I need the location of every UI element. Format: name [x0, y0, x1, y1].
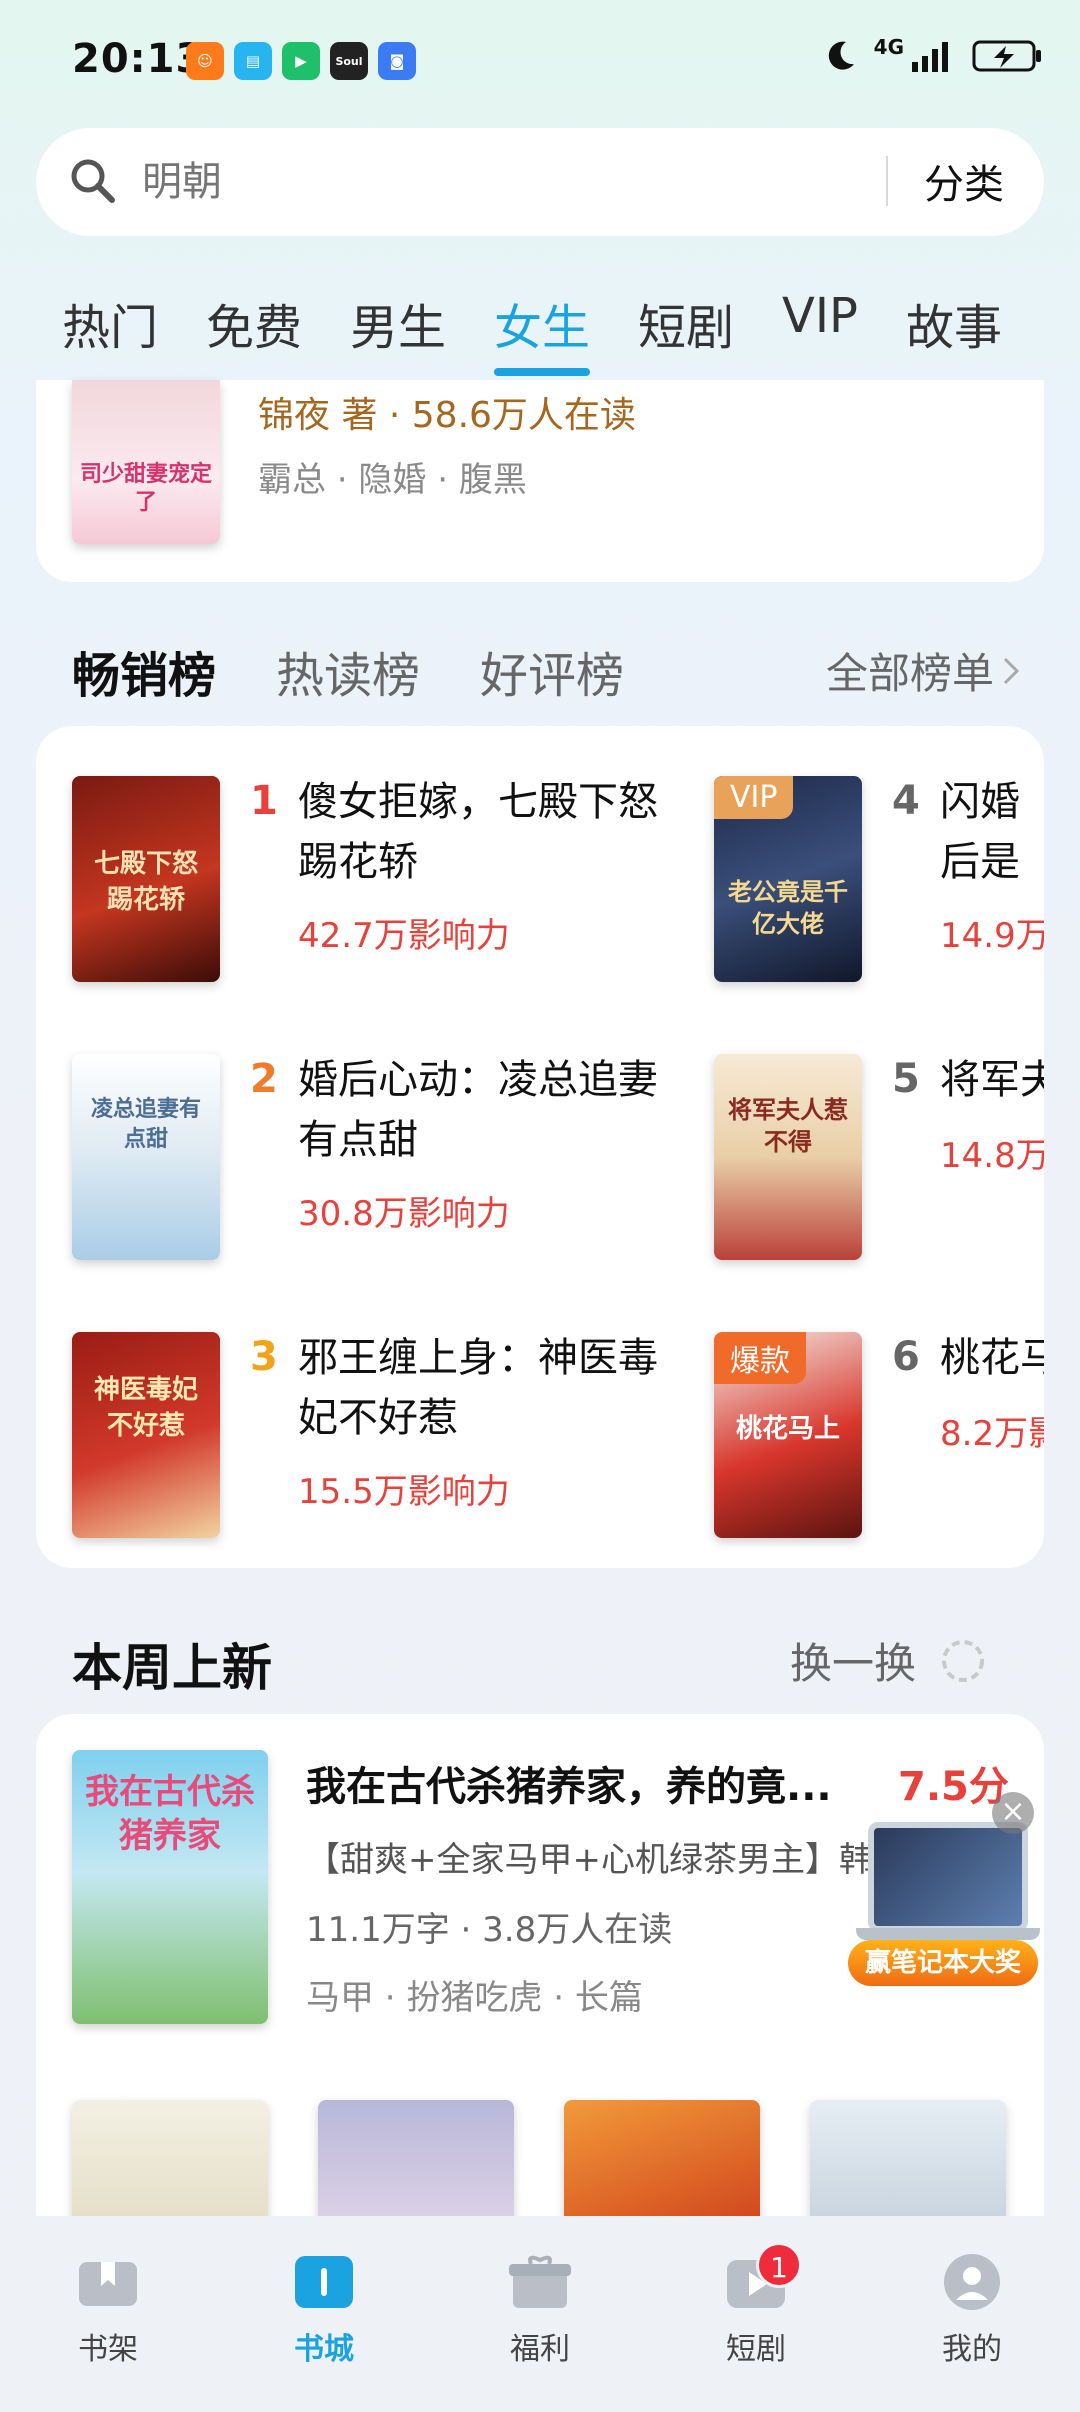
active-tab-indicator: [494, 368, 590, 376]
tab-short-drama[interactable]: 短剧: [638, 288, 734, 358]
refresh-icon: [942, 1639, 984, 1682]
hot-badge: 爆款: [714, 1332, 806, 1384]
tab-female[interactable]: 女生: [494, 288, 590, 358]
rank-tab-top-rated[interactable]: 好评榜: [480, 636, 624, 706]
tab-male[interactable]: 男生: [350, 288, 446, 358]
cover-title-text: 七殿下怒踢花轿: [93, 849, 198, 915]
close-icon[interactable]: ×: [992, 1792, 1034, 1834]
rank-number: 1: [250, 778, 278, 824]
tab-story[interactable]: 故事: [906, 288, 1002, 358]
book-title[interactable]: 傻女拒嫁，七殿下怒踢花轿: [298, 772, 658, 892]
browser-icon: ◙: [378, 42, 416, 80]
nav-label: 我的: [942, 2332, 1002, 2367]
book-cover[interactable]: 凌总追妻有点甜: [72, 1054, 220, 1260]
rank-tab-bestseller[interactable]: 畅销榜: [72, 636, 216, 706]
weekly-book-tags: 马甲 · 扮猪吃虎 · 长篇: [306, 1978, 643, 2018]
book-cover[interactable]: 神医毒妃不好惹: [72, 1332, 220, 1538]
nav-profile[interactable]: 我的: [902, 2252, 1042, 2368]
category-button[interactable]: 分类: [924, 152, 1004, 210]
cover-title-text: 我在古代杀猪养家: [85, 1772, 255, 1856]
tab-free[interactable]: 免费: [206, 288, 302, 358]
ranking-card: 七殿下怒踢花轿 1 傻女拒嫁，七殿下怒踢花轿 42.7万影响力 凌总追妻有点甜 …: [36, 726, 1044, 1568]
status-time: 20:13: [72, 36, 205, 82]
weekly-book-cover[interactable]: 我在古代杀猪养家: [72, 1750, 268, 2024]
bookstore-icon: [295, 2256, 353, 2308]
book-influence: 15.5万影响力: [298, 1472, 510, 1512]
book-title[interactable]: 婚后心动：凌总追妻有点甜: [298, 1050, 658, 1170]
chevron-right-icon: [1003, 657, 1020, 684]
book-influence: 14.8万: [940, 1136, 1044, 1176]
book-influence: 30.8万影响力: [298, 1194, 510, 1234]
reader-icon: ▤: [234, 42, 272, 80]
all-lists-link[interactable]: 全部榜单: [826, 640, 1020, 701]
refresh-button[interactable]: 换一换: [790, 1630, 986, 1691]
rank-tab-hot-reading[interactable]: 热读榜: [276, 636, 420, 706]
profile-icon: [944, 2254, 1000, 2310]
status-app-icons: ☺ ▤ ▶ Soul ◙: [186, 42, 416, 80]
search-icon[interactable]: [68, 156, 118, 206]
book-cover[interactable]: VIP 老公竟是千亿大佬: [714, 776, 862, 982]
status-indicators: 4G: [822, 35, 1044, 74]
bookshelf-icon: [79, 2262, 137, 2306]
book-influence: 14.9万: [940, 916, 1044, 956]
weekly-book-stats: 11.1万字 · 3.8万人在读: [306, 1910, 673, 1950]
search-input[interactable]: [142, 154, 842, 210]
nav-bookstore[interactable]: 书城: [254, 2252, 394, 2368]
cover-title-text: 凌总追妻有点甜: [90, 1096, 201, 1152]
book-cover[interactable]: 将军夫人惹不得: [714, 1054, 862, 1260]
network-label: 4G: [873, 35, 904, 59]
book-title[interactable]: 闪婚后是千亿: [940, 772, 1044, 892]
signal-icon: [912, 42, 948, 72]
laptop-base: [856, 1928, 1040, 1940]
vip-badge: VIP: [714, 776, 794, 819]
battery-charging-icon: [972, 40, 1041, 72]
cover-title-text: 老公竟是千亿大佬: [728, 877, 848, 938]
featured-cover-text: 司少甜妻宠定了: [79, 461, 212, 515]
book-cover[interactable]: 七殿下怒踢花轿: [72, 776, 220, 982]
nav-label: 书城: [294, 2332, 354, 2367]
cover-title-text: 神医毒妃不好惹: [93, 1375, 198, 1441]
book-title[interactable]: 将军夫: [940, 1050, 1044, 1110]
cover-title-text: 将军夫人惹不得: [728, 1095, 848, 1156]
refresh-label: 换一换: [789, 1639, 916, 1688]
book-title[interactable]: 桃花马: [940, 1328, 1044, 1388]
rank-number: 2: [250, 1056, 278, 1102]
featured-book-tags: 霸总 · 隐婚 · 腹黑: [258, 460, 527, 500]
nav-bookshelf[interactable]: 书架: [38, 2252, 178, 2368]
nav-welfare[interactable]: 福利: [470, 2252, 610, 2368]
rank-number: 6: [892, 1334, 920, 1380]
laptop-image: [868, 1822, 1028, 1932]
cover-title-text: 桃花马上: [735, 1414, 840, 1444]
rank-number: 4: [892, 778, 920, 824]
weekly-new-title: 本周上新: [72, 1639, 272, 1697]
nav-label: 书架: [78, 2332, 138, 2367]
rank-number: 5: [892, 1056, 920, 1102]
taobao-icon: ☺: [186, 42, 224, 80]
video-icon: ▶: [282, 42, 320, 80]
weekly-book-title[interactable]: 我在古代杀猪养家，养的竟...: [306, 1754, 846, 1812]
nav-label: 短剧: [726, 2332, 786, 2367]
featured-book-cover[interactable]: 司少甜妻宠定了: [72, 380, 220, 544]
all-lists-label: 全部榜单: [825, 649, 994, 698]
laptop-promo-widget[interactable]: 赢笔记本大奖 ×: [846, 1792, 1042, 1992]
tab-hot[interactable]: 热门: [62, 288, 158, 358]
moon-icon: [828, 41, 854, 70]
nav-short-drama[interactable]: 1 短剧: [686, 2242, 826, 2368]
book-cover[interactable]: 爆款 桃花马上: [714, 1332, 862, 1538]
rank-number: 3: [250, 1334, 278, 1380]
notification-badge: 1: [756, 2242, 802, 2288]
promo-label: 赢笔记本大奖: [848, 1940, 1038, 1986]
featured-book-meta: 锦夜 著 · 58.6万人在读: [258, 395, 636, 436]
tab-vip[interactable]: VIP: [782, 288, 858, 344]
book-influence: 42.7万影响力: [298, 916, 510, 956]
nav-label: 福利: [510, 2332, 570, 2367]
search-divider: [886, 156, 888, 206]
gift-icon: [509, 2255, 571, 2308]
book-influence: 8.2万影: [940, 1414, 1044, 1454]
soul-icon: Soul: [330, 42, 368, 80]
book-title[interactable]: 邪王缠上身：神医毒妃不好惹: [298, 1328, 658, 1448]
